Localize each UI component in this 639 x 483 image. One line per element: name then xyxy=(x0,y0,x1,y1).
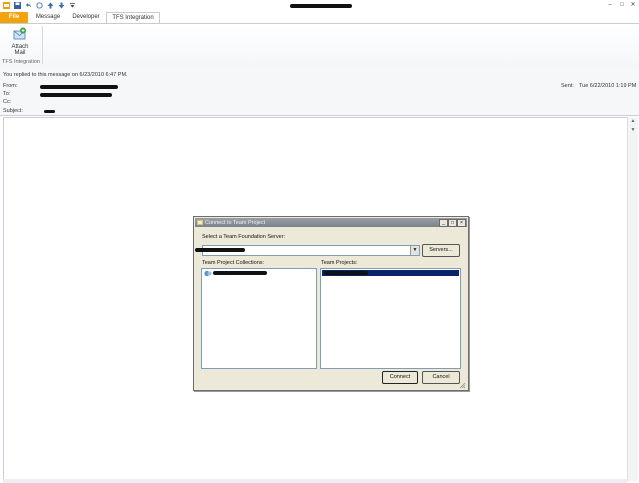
customize-icon[interactable] xyxy=(69,2,76,9)
collection-item-redacted[interactable] xyxy=(213,271,267,275)
dialog-title: Connect to Team Project xyxy=(205,220,266,226)
attach-mail-label-line2: Mail xyxy=(14,50,26,56)
info-bar: You replied to this message on 6/23/2010… xyxy=(3,72,128,78)
redo-icon[interactable] xyxy=(36,2,43,9)
tab-developer[interactable]: Developer xyxy=(68,12,104,23)
ribbon-group-separator xyxy=(42,26,43,64)
close-icon[interactable]: ✕ xyxy=(629,1,637,9)
undo-icon[interactable] xyxy=(25,2,32,9)
dialog-title-bar[interactable]: Connect to Team Project _ □ × xyxy=(195,218,467,227)
collections-label: Team Project Collections: xyxy=(202,260,265,266)
connect-button[interactable]: Connect xyxy=(382,371,418,384)
subject-label: Subject: xyxy=(3,108,23,114)
to-value-redacted xyxy=(40,93,112,97)
from-value-redacted xyxy=(40,85,118,89)
maximize-icon[interactable]: □ xyxy=(618,1,626,9)
servers-button[interactable]: Servers... xyxy=(422,244,460,257)
tab-file[interactable]: File xyxy=(0,12,28,23)
dialog-minimize-icon[interactable]: _ xyxy=(439,219,448,227)
ribbon-group-label: TFS Integration xyxy=(2,59,40,65)
server-combobox[interactable]: ▼ xyxy=(195,245,420,256)
team-project-icon xyxy=(197,220,203,225)
down-arrow-icon[interactable] xyxy=(58,2,65,9)
cc-label: Cc: xyxy=(3,99,12,105)
vertical-scrollbar[interactable]: ▲ ▼ xyxy=(627,117,638,481)
ribbon xyxy=(0,23,639,68)
chevron-down-icon[interactable]: ▼ xyxy=(410,246,419,255)
sent-value: Tue 6/22/2010 1:19 PM xyxy=(579,83,637,89)
collections-listbox[interactable] xyxy=(201,268,317,369)
save-icon[interactable] xyxy=(14,2,21,9)
server-value-redacted xyxy=(195,248,245,252)
sent-label: Sent: xyxy=(561,83,574,89)
attach-mail-button[interactable]: Attach Mail xyxy=(4,44,36,56)
list-item[interactable] xyxy=(322,270,459,276)
resize-grip-icon[interactable] xyxy=(459,382,466,389)
dialog-close-icon[interactable]: × xyxy=(457,219,466,227)
outlook-icon xyxy=(3,2,10,9)
horizontal-scrollbar[interactable] xyxy=(3,479,627,483)
collection-icon xyxy=(204,270,212,277)
project-item-redacted xyxy=(324,271,368,275)
dialog-maximize-icon[interactable]: □ xyxy=(448,219,457,227)
to-label: To: xyxy=(3,91,11,97)
connect-to-team-project-dialog: Connect to Team Project _ □ × Select a T… xyxy=(193,216,469,391)
window-title-redacted xyxy=(290,4,352,8)
cancel-button[interactable]: Cancel xyxy=(422,371,460,384)
tab-message[interactable]: Message xyxy=(32,12,64,23)
server-label: Select a Team Foundation Server: xyxy=(202,234,286,240)
up-arrow-icon[interactable] xyxy=(47,2,54,9)
projects-label: Team Projects: xyxy=(321,260,358,266)
subject-value-redacted xyxy=(44,110,55,113)
attach-mail-icon[interactable] xyxy=(13,27,27,41)
projects-listbox[interactable] xyxy=(320,268,461,369)
scroll-down-icon[interactable]: ▼ xyxy=(628,126,638,135)
scroll-up-icon[interactable]: ▲ xyxy=(628,117,638,126)
from-label: From: xyxy=(3,83,18,89)
minimize-icon[interactable]: – xyxy=(606,1,614,9)
